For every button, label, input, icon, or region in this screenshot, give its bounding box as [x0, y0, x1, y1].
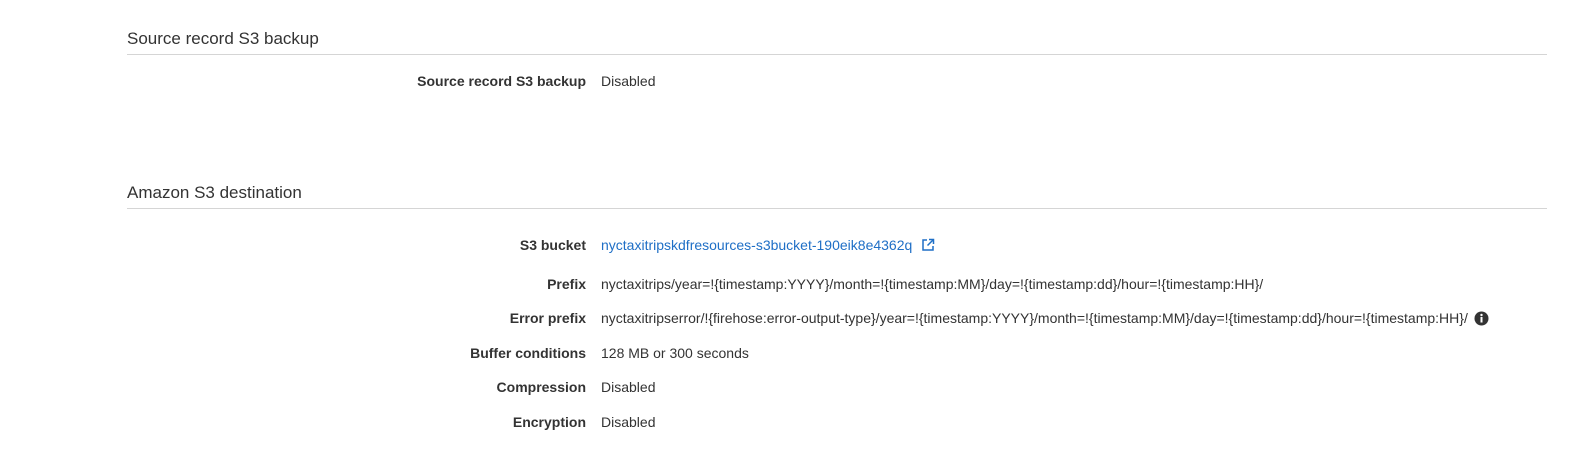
buffer-conditions-row: Buffer conditions 128 MB or 300 seconds [127, 343, 1547, 363]
field-value: nyctaxitrips/year=!{timestamp:YYYY}/mont… [601, 276, 1264, 292]
encryption-row: Encryption Disabled [127, 412, 1547, 432]
external-link-icon[interactable] [921, 238, 935, 252]
s3-bucket-name[interactable]: nyctaxitripskdfresources-s3bucket-190eik… [601, 237, 912, 253]
s3-destination-rows: S3 bucket nyctaxitripskdfresources-s3buc… [127, 235, 1547, 435]
field-label: Prefix [547, 276, 586, 292]
source-record-s3-backup-row: Source record S3 backup Disabled [127, 71, 1547, 91]
field-value: Disabled [601, 414, 656, 430]
error-prefix-row: Error prefix nyctaxitripserror/!{firehos… [127, 308, 1547, 328]
field-label: Error prefix [509, 310, 586, 326]
section-title: Amazon S3 destination [127, 183, 1547, 209]
field-value: 128 MB or 300 seconds [601, 345, 749, 361]
s3-bucket-link[interactable]: nyctaxitripskdfresources-s3bucket-190eik… [601, 235, 935, 255]
section-title: Source record S3 backup [127, 29, 1547, 55]
amazon-s3-destination-section: Amazon S3 destination [127, 183, 1547, 209]
info-icon[interactable] [1474, 311, 1489, 326]
error-prefix-value: nyctaxitripserror/!{firehose:error-outpu… [601, 310, 1468, 326]
source-record-s3-backup-section: Source record S3 backup [127, 29, 1547, 55]
field-value: Disabled [601, 379, 656, 395]
field-label: Compression [496, 379, 586, 395]
field-label: Source record S3 backup [417, 73, 586, 89]
source-backup-rows: Source record S3 backup Disabled [127, 71, 1547, 91]
field-label: Buffer conditions [470, 345, 586, 361]
field-label: Encryption [512, 414, 586, 430]
field-value-wrap: nyctaxitripserror/!{firehose:error-outpu… [601, 308, 1489, 328]
s3-bucket-row: S3 bucket nyctaxitripskdfresources-s3buc… [127, 235, 1547, 255]
field-value: Disabled [601, 73, 656, 89]
field-label: S3 bucket [519, 237, 586, 253]
compression-row: Compression Disabled [127, 377, 1547, 397]
prefix-row: Prefix nyctaxitrips/year=!{timestamp:YYY… [127, 274, 1547, 294]
